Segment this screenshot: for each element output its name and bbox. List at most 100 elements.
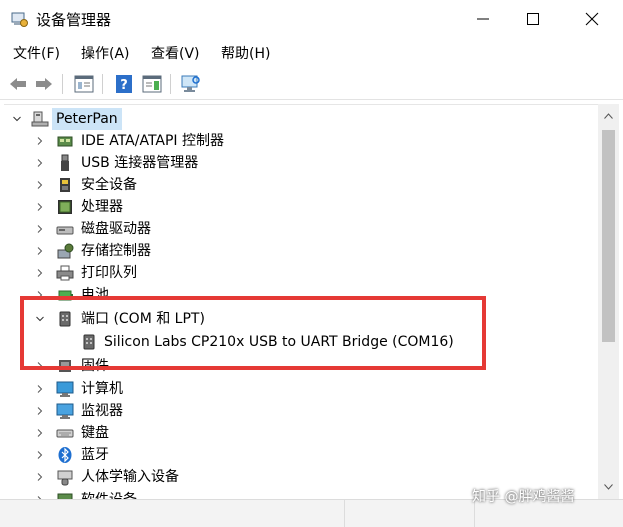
scan-hardware-icon	[181, 75, 200, 92]
chevron-right-icon[interactable]	[33, 400, 47, 422]
battery-icon	[58, 290, 73, 301]
tree-item-print-queues[interactable]: 打印队列	[4, 262, 598, 284]
security-device-icon	[60, 178, 70, 192]
tree-item-ports[interactable]: 端口 (COM 和 LPT)	[4, 308, 598, 330]
close-button[interactable]	[564, 0, 620, 38]
menu-action[interactable]: 操作(A)	[81, 43, 130, 63]
forward-arrow-icon	[36, 78, 52, 90]
chevron-right-icon[interactable]	[33, 262, 47, 284]
tree-root[interactable]: PeterPan	[4, 108, 598, 130]
minimize-button[interactable]	[455, 0, 511, 38]
menu-view[interactable]: 查看(V)	[151, 43, 200, 63]
tree-item-cp210x-bridge[interactable]: Silicon Labs CP210x USB to UART Bridge (…	[4, 331, 598, 353]
forward-button[interactable]	[32, 72, 56, 96]
scroll-down-button[interactable]	[598, 478, 619, 496]
maximize-button[interactable]	[505, 0, 561, 38]
tree-item-label: 监视器	[81, 403, 123, 419]
scroll-up-icon	[604, 113, 613, 119]
svg-text:?: ?	[120, 78, 128, 93]
chevron-right-icon[interactable]	[33, 444, 47, 466]
chevron-right-icon[interactable]	[33, 489, 47, 499]
port-icon	[59, 311, 71, 327]
chevron-right-icon[interactable]	[33, 152, 47, 174]
firmware-icon	[59, 360, 71, 372]
tree-item-label: USB 连接器管理器	[81, 155, 199, 171]
tree-item-label: 打印队列	[81, 265, 137, 281]
tree-item-usb-connector-manager[interactable]: USB 连接器管理器	[4, 152, 598, 174]
chevron-right-icon[interactable]	[33, 130, 47, 152]
storage-controller-icon	[57, 243, 74, 259]
scroll-thumb[interactable]	[602, 130, 615, 342]
tree-item-label: 电池	[81, 287, 109, 303]
tree-item-monitors[interactable]: 监视器	[4, 400, 598, 422]
tree-item-computer[interactable]: 计算机	[4, 378, 598, 400]
chevron-right-icon[interactable]	[33, 378, 47, 400]
tree-item-label: 计算机	[81, 381, 123, 397]
status-cell	[0, 500, 345, 527]
action-pane-button[interactable]	[140, 72, 164, 96]
scroll-down-icon	[604, 484, 613, 490]
back-arrow-icon	[10, 78, 26, 90]
tree-item-security-devices[interactable]: 安全设备	[4, 174, 598, 196]
minimize-icon	[477, 18, 489, 20]
tree-item-firmware[interactable]: 固件	[4, 355, 598, 377]
hid-icon	[57, 470, 73, 486]
tree-item-label: 固件	[81, 358, 109, 374]
computer-icon	[31, 111, 49, 127]
tree-item-label: 端口 (COM 和 LPT)	[81, 311, 205, 327]
printer-icon	[56, 265, 74, 281]
chevron-right-icon[interactable]	[33, 196, 47, 218]
maximize-icon	[527, 13, 539, 25]
usb-connector-icon	[61, 154, 69, 171]
properties-icon	[74, 75, 94, 93]
tree-item-disk-drives[interactable]: 磁盘驱动器	[4, 218, 598, 240]
tree-item-ide-controller[interactable]: IDE ATA/ATAPI 控制器	[4, 130, 598, 152]
properties-button[interactable]	[72, 72, 96, 96]
chevron-right-icon[interactable]	[33, 284, 47, 306]
tree-root-label: PeterPan	[52, 108, 122, 130]
status-cell	[345, 500, 475, 527]
tree-item-label: 处理器	[81, 199, 123, 215]
software-device-icon	[57, 493, 73, 499]
menu-file[interactable]: 文件(F)	[13, 43, 60, 63]
tree-item-bluetooth[interactable]: 蓝牙	[4, 444, 598, 466]
tree-item-label: 键盘	[81, 425, 109, 441]
toolbar-separator	[102, 74, 103, 94]
tree-item-label: 存储控制器	[81, 243, 151, 259]
tree-item-label: 软件设备	[81, 489, 137, 499]
help-icon: ?	[116, 75, 132, 93]
chevron-right-icon[interactable]	[33, 355, 47, 377]
monitor-icon	[56, 403, 74, 419]
menu-help[interactable]: 帮助(H)	[221, 43, 270, 63]
watermark: 知乎 @胖鸡酱酱	[472, 489, 575, 505]
tree-item-storage-controllers[interactable]: 存储控制器	[4, 240, 598, 262]
tree-item-batteries[interactable]: 电池	[4, 284, 598, 306]
tree-item-hid[interactable]: 人体学输入设备	[4, 466, 598, 488]
bluetooth-icon	[58, 447, 72, 463]
chevron-down-icon[interactable]	[10, 108, 24, 130]
chevron-right-icon[interactable]	[33, 466, 47, 488]
tree-item-processors[interactable]: 处理器	[4, 196, 598, 218]
scroll-up-button[interactable]	[598, 107, 619, 125]
chevron-right-icon[interactable]	[33, 240, 47, 262]
disk-drive-icon	[56, 226, 74, 235]
processor-icon	[58, 200, 72, 214]
help-button[interactable]: ?	[112, 72, 136, 96]
port-icon	[83, 334, 95, 350]
chevron-down-icon[interactable]	[33, 308, 47, 330]
menu-bar: 文件(F) 操作(A) 查看(V) 帮助(H)	[0, 38, 623, 66]
device-manager-icon	[11, 12, 28, 27]
back-button[interactable]	[6, 72, 30, 96]
tree-item-label: Silicon Labs CP210x USB to UART Bridge (…	[104, 334, 454, 350]
toolbar: ?	[0, 68, 623, 100]
keyboard-icon	[56, 429, 74, 438]
chevron-right-icon[interactable]	[33, 174, 47, 196]
scan-hardware-button[interactable]	[179, 72, 203, 96]
tree-item-keyboards[interactable]: 键盘	[4, 422, 598, 444]
chevron-right-icon[interactable]	[33, 218, 47, 240]
tree-item-label: 磁盘驱动器	[81, 221, 151, 237]
toolbar-separator	[170, 74, 171, 94]
chevron-right-icon[interactable]	[33, 422, 47, 444]
ide-controller-icon	[57, 136, 73, 147]
vertical-scrollbar[interactable]	[598, 104, 619, 499]
